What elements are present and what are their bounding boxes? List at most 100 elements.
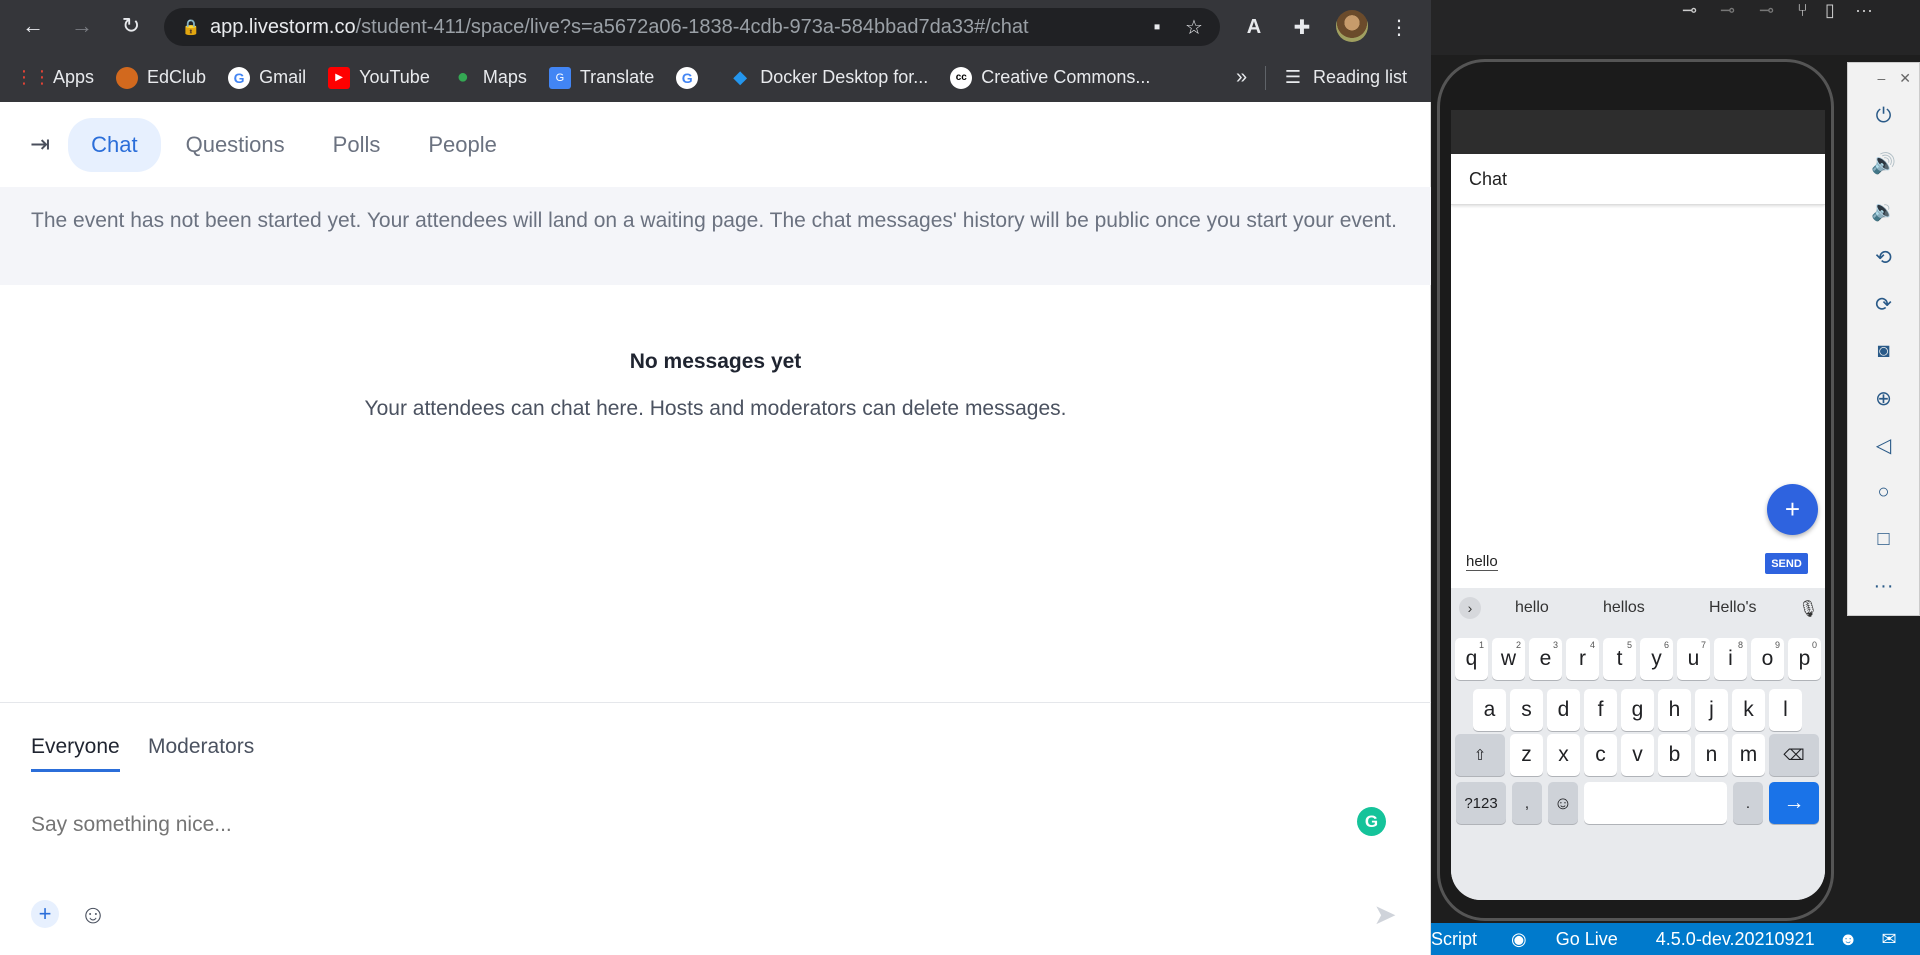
rotate-left-icon[interactable]: ⟲ xyxy=(1848,234,1919,281)
bookmark-maps[interactable]: ● Maps xyxy=(452,66,527,89)
address-bar[interactable]: 🔒 app.livestorm.co/student-411/space/liv… xyxy=(164,8,1220,46)
extension-a-icon[interactable]: A xyxy=(1237,10,1271,44)
tab-everyone[interactable]: Everyone xyxy=(31,735,120,772)
bookmark-gmail[interactable]: G Gmail xyxy=(228,66,306,89)
more-icon[interactable]: ··· xyxy=(1848,563,1919,610)
volume-up-icon[interactable]: 🔊 xyxy=(1848,140,1919,187)
key-n[interactable]: n xyxy=(1695,734,1728,776)
key-j[interactable]: j xyxy=(1695,689,1728,731)
more-actions-icon[interactable]: ··· xyxy=(1855,0,1873,21)
camera-blocked-icon[interactable]: ▪ xyxy=(1142,8,1172,46)
backspace-icon[interactable]: ⌫ xyxy=(1769,734,1819,776)
copilot-icon[interactable]: ☻ xyxy=(1839,929,1858,950)
bookmark-youtube[interactable]: ▶ YouTube xyxy=(328,66,430,89)
chrome-menu-icon[interactable]: ⋮ xyxy=(1382,10,1416,44)
bookmark-creative-commons[interactable]: cc Creative Commons... xyxy=(950,66,1150,89)
microphone-icon[interactable]: 🎙 xyxy=(1798,599,1818,619)
add-attachment-button[interactable]: + xyxy=(31,900,59,928)
key-space[interactable] xyxy=(1584,782,1727,824)
key-y[interactable]: y6 xyxy=(1640,638,1673,680)
emoji-key-icon[interactable]: ☺ xyxy=(1548,782,1578,824)
power-icon[interactable]: ⏻ xyxy=(1848,93,1919,140)
key-e[interactable]: e3 xyxy=(1529,638,1562,680)
git-commit-icon[interactable]: ⊸ xyxy=(1720,0,1735,21)
tab-polls[interactable]: Polls xyxy=(310,118,404,172)
key-q[interactable]: q1 xyxy=(1455,638,1488,680)
tab-moderators[interactable]: Moderators xyxy=(148,735,254,769)
tab-people[interactable]: People xyxy=(405,118,520,172)
split-editor-icon[interactable]: ▯ xyxy=(1825,0,1835,21)
key-l[interactable]: l xyxy=(1769,689,1802,731)
status-language[interactable]: Script xyxy=(1431,929,1477,950)
key-symbols[interactable]: ?123 xyxy=(1456,782,1506,824)
bookmark-edclub[interactable]: EdClub xyxy=(116,66,206,89)
send-icon[interactable]: ➤ xyxy=(1370,899,1400,930)
key-h[interactable]: h xyxy=(1658,689,1691,731)
suggestion-item[interactable]: Hello's xyxy=(1709,599,1757,617)
reload-icon[interactable]: ↻ xyxy=(115,10,147,42)
key-b[interactable]: b xyxy=(1658,734,1691,776)
close-icon[interactable]: ✕ xyxy=(1899,70,1911,87)
home-circle-icon[interactable]: ○ xyxy=(1848,469,1919,516)
bookmarks-more-button[interactable]: » xyxy=(1236,53,1247,102)
git-commit-icon[interactable]: ⊸ xyxy=(1682,0,1697,21)
tab-chat[interactable]: Chat xyxy=(68,117,161,172)
key-label: r xyxy=(1579,647,1586,670)
bookmark-google[interactable]: G xyxy=(676,66,707,89)
back-icon[interactable]: ← xyxy=(17,10,49,42)
key-t[interactable]: t5 xyxy=(1603,638,1636,680)
reading-list-button[interactable]: ☰ Reading list xyxy=(1282,53,1407,102)
bookmark-star-icon[interactable]: ☆ xyxy=(1179,8,1209,46)
zoom-icon[interactable]: ⊕ xyxy=(1848,375,1919,422)
key-m[interactable]: m xyxy=(1732,734,1765,776)
key-v[interactable]: v xyxy=(1621,734,1654,776)
emoji-icon[interactable]: ☺ xyxy=(78,899,108,929)
key-period[interactable]: . xyxy=(1733,782,1763,824)
key-r[interactable]: r4 xyxy=(1566,638,1599,680)
forward-icon[interactable]: → xyxy=(66,10,98,42)
phone-add-fab[interactable]: + xyxy=(1767,484,1818,535)
volume-down-icon[interactable]: 🔉 xyxy=(1848,187,1919,234)
key-a[interactable]: a xyxy=(1473,689,1506,731)
key-i[interactable]: i8 xyxy=(1714,638,1747,680)
enter-arrow-icon[interactable]: → xyxy=(1769,782,1819,824)
tab-questions[interactable]: Questions xyxy=(163,118,308,172)
extensions-puzzle-icon[interactable]: ✚ xyxy=(1285,10,1319,44)
git-commit-icon[interactable]: ⊸ xyxy=(1759,0,1774,21)
key-w[interactable]: w2 xyxy=(1492,638,1525,680)
back-triangle-icon[interactable]: ◁ xyxy=(1848,422,1919,469)
profile-avatar[interactable] xyxy=(1336,10,1368,42)
bookmark-translate[interactable]: G Translate xyxy=(548,66,654,89)
overview-square-icon[interactable]: □ xyxy=(1848,516,1919,563)
chat-message-input[interactable] xyxy=(31,813,1331,837)
minimize-icon[interactable]: – xyxy=(1877,70,1885,86)
key-g[interactable]: g xyxy=(1621,689,1654,731)
camera-icon[interactable]: ◙ xyxy=(1848,328,1919,375)
key-k[interactable]: k xyxy=(1732,689,1765,731)
key-comma[interactable]: , xyxy=(1512,782,1542,824)
suggestion-item[interactable]: hellos xyxy=(1603,599,1645,617)
chevron-right-icon[interactable]: › xyxy=(1459,597,1481,619)
phone-message-input[interactable]: hello xyxy=(1466,553,1498,571)
rotate-right-icon[interactable]: ⟳ xyxy=(1848,281,1919,328)
key-s[interactable]: s xyxy=(1510,689,1543,731)
shift-icon[interactable]: ⇧ xyxy=(1455,734,1505,776)
status-version[interactable]: 4.5.0-dev.20210921 xyxy=(1656,929,1815,950)
status-go-live[interactable]: ◉ Go Live xyxy=(1501,929,1632,950)
key-c[interactable]: c xyxy=(1584,734,1617,776)
feedback-icon[interactable]: ✉ xyxy=(1882,929,1897,950)
key-o[interactable]: o9 xyxy=(1751,638,1784,680)
key-x[interactable]: x xyxy=(1547,734,1580,776)
key-z[interactable]: z xyxy=(1510,734,1543,776)
bookmark-apps[interactable]: ⋮⋮ Apps xyxy=(15,67,94,89)
key-u[interactable]: u7 xyxy=(1677,638,1710,680)
key-f[interactable]: f xyxy=(1584,689,1617,731)
key-d[interactable]: d xyxy=(1547,689,1580,731)
bookmark-docker[interactable]: ◆ Docker Desktop for... xyxy=(729,67,928,89)
collapse-panel-icon[interactable]: ⇥ xyxy=(30,130,50,159)
grammarly-icon[interactable]: G xyxy=(1357,807,1386,836)
phone-send-button[interactable]: SEND xyxy=(1765,553,1808,574)
key-p[interactable]: p0 xyxy=(1788,638,1821,680)
suggestion-item[interactable]: hello xyxy=(1515,599,1549,617)
branch-icon[interactable]: ⑂ xyxy=(1797,0,1808,21)
